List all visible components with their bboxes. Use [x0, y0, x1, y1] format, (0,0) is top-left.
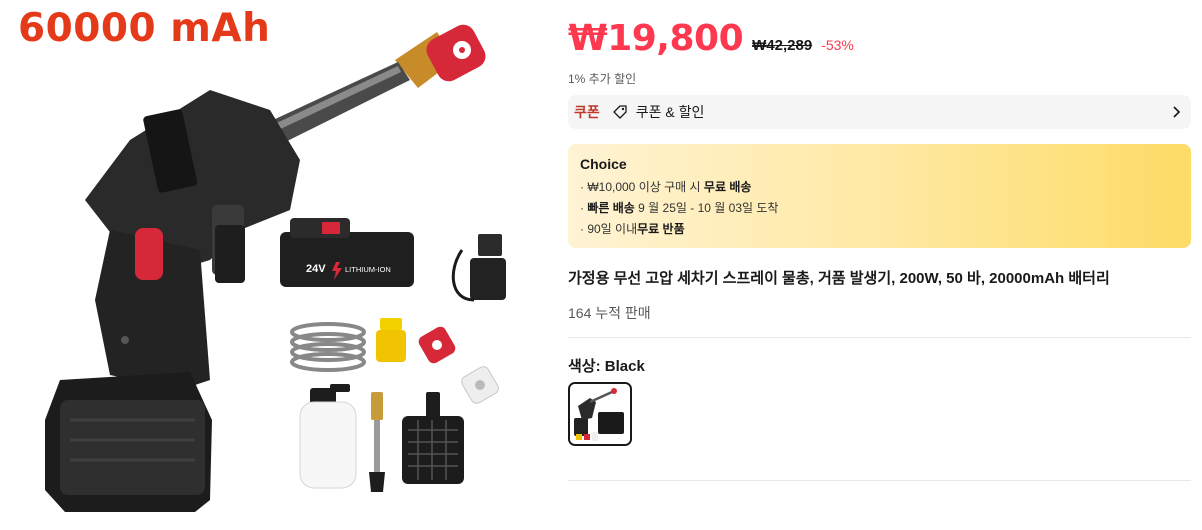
red-tip-icon [418, 326, 456, 364]
pressure-washer-illustration: 24V LITHIUM-ION [45, 24, 506, 512]
battery-icon: 24V LITHIUM-ION [280, 218, 414, 287]
charger-icon [451, 234, 506, 302]
adapter-icon [376, 318, 406, 362]
battery-voltage-text: 24V [306, 263, 326, 275]
choice-line-free-returns: · 90일 이내무료 반품 [580, 222, 685, 236]
choice-title: Choice [580, 156, 627, 172]
choice-line-free-shipping: · ₩10,000 이상 구매 시 무료 배송 [580, 180, 752, 194]
color-option-black[interactable] [568, 382, 632, 446]
original-price: ₩42,289 [752, 37, 813, 54]
coupon-bar[interactable]: 쿠폰 쿠폰 & 할인 [568, 95, 1191, 129]
chevron-right-icon [1171, 105, 1181, 119]
divider [568, 337, 1191, 338]
hose-icon [290, 322, 366, 372]
price-row: ₩19,800 ₩42,289 -53% [568, 18, 854, 59]
foam-bottle-icon [299, 384, 357, 489]
choice-benefits-box: Choice · ₩10,000 이상 구매 시 무료 배송 · 빠른 배송 9… [568, 144, 1191, 248]
tag-icon [612, 104, 628, 120]
product-info-panel: ₩19,800 ₩42,289 -53% 1% 추가 할인 쿠폰 쿠폰 & 할인… [568, 0, 1192, 530]
water-filter-icon [402, 392, 464, 484]
product-title: 가정용 무선 고압 세차기 스프레이 물총, 거품 발생기, 200W, 50 … [568, 270, 1110, 287]
divider [568, 480, 1191, 481]
coupon-tag: 쿠폰 [574, 104, 600, 120]
choice-line-fast-delivery: · 빠른 배송 9 월 25일 - 10 월 03일 도착 [580, 201, 779, 215]
current-price: ₩19,800 [568, 18, 744, 59]
extra-discount-text: 1% 추가 할인 [568, 72, 637, 86]
white-tip-icon [461, 366, 499, 404]
coupon-label: 쿠폰 & 할인 [635, 104, 705, 120]
short-lance-icon [369, 392, 385, 492]
nozzle-icon [395, 24, 486, 88]
variant-label: 색상: Black [568, 358, 645, 375]
discount-percent: -53% [821, 37, 854, 53]
battery-brand-text: LITHIUM-ION [345, 265, 391, 274]
variant-thumbnail [570, 384, 630, 444]
sold-count: 164 누적 판매 [568, 305, 651, 321]
product-main-image[interactable]: 60000 mAh 24V LITHIUM-ION [0, 0, 548, 530]
